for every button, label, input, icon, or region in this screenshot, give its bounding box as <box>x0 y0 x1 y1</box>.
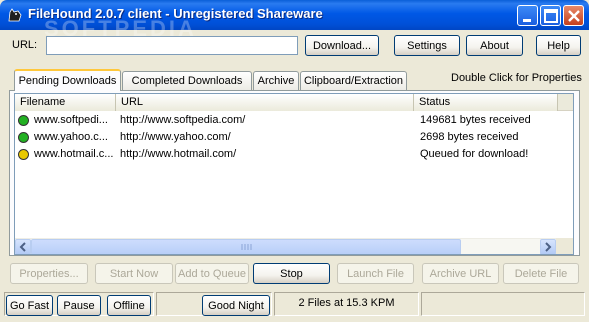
row-url: http://www.hotmail.com/ <box>120 148 237 160</box>
download-active-icon <box>18 132 29 143</box>
close-icon <box>568 10 580 22</box>
column-url[interactable]: URL <box>116 94 414 111</box>
scroll-thumb[interactable] <box>31 239 461 254</box>
go-fast-button[interactable]: Go Fast <box>6 295 53 316</box>
transfer-status-text: 2 Files at 15.3 KPM <box>298 297 395 309</box>
grip-icon <box>241 244 252 250</box>
table-row[interactable]: www.hotmail.c... http://www.hotmail.com/… <box>15 146 558 163</box>
scroll-left-button[interactable] <box>15 239 31 254</box>
row-status: 2698 bytes received <box>420 131 519 143</box>
good-night-button[interactable]: Good Night <box>202 295 270 316</box>
download-queued-icon <box>18 149 29 160</box>
list-header: Filename URL Status <box>15 94 573 111</box>
minimize-button[interactable] <box>517 5 538 26</box>
status-panel-blank <box>421 292 585 316</box>
tab-archive[interactable]: Archive <box>253 71 299 90</box>
delete-file-button[interactable]: Delete File <box>503 263 579 284</box>
status-panel: 2 Files at 15.3 KPM <box>274 292 419 316</box>
url-input[interactable] <box>46 36 298 55</box>
about-button[interactable]: About <box>466 35 523 56</box>
table-row[interactable]: www.yahoo.c... http://www.yahoo.com/ 269… <box>15 129 558 146</box>
add-to-queue-button[interactable]: Add to Queue <box>175 263 249 284</box>
title-bar[interactable]: FileHound 2.0.7 client - Unregistered Sh… <box>0 0 589 41</box>
url-label: URL: <box>12 39 38 51</box>
close-button[interactable] <box>563 5 584 26</box>
row-url: http://www.softpedia.com/ <box>120 114 246 126</box>
maximize-button[interactable] <box>540 5 561 26</box>
settings-button[interactable]: Settings <box>394 35 460 56</box>
scroll-right-button[interactable] <box>540 239 556 254</box>
offline-button[interactable]: Offline <box>107 295 151 316</box>
filehound-app-icon <box>8 8 22 22</box>
horizontal-scrollbar[interactable] <box>15 238 556 254</box>
downloads-list[interactable]: Filename URL Status www.softpedi... http… <box>14 93 574 255</box>
tab-completed-downloads[interactable]: Completed Downloads <box>122 71 252 90</box>
arrow-right-icon <box>545 242 552 252</box>
row-status: Queued for download! <box>420 148 529 160</box>
row-filename: www.hotmail.c... <box>34 148 114 160</box>
properties-button[interactable]: Properties... <box>10 263 88 284</box>
download-active-icon <box>18 115 29 126</box>
archive-url-button[interactable]: Archive URL <box>422 263 499 284</box>
arrow-left-icon <box>19 242 26 252</box>
properties-hint: Double Click for Properties <box>451 72 582 84</box>
pause-button[interactable]: Pause <box>57 295 101 316</box>
start-now-button[interactable]: Start Now <box>95 263 173 284</box>
download-button[interactable]: Download... <box>305 35 379 56</box>
minimize-icon <box>523 19 531 22</box>
row-filename: www.softpedi... <box>34 114 108 126</box>
column-status[interactable]: Status <box>414 94 558 111</box>
column-filename[interactable]: Filename <box>15 94 116 111</box>
row-url: http://www.yahoo.com/ <box>120 131 231 143</box>
scrollbar-corner <box>556 238 573 254</box>
launch-file-button[interactable]: Launch File <box>337 263 414 284</box>
tab-pending-downloads[interactable]: Pending Downloads <box>14 69 121 91</box>
row-filename: www.yahoo.c... <box>34 131 108 143</box>
row-status: 149681 bytes received <box>420 114 531 126</box>
table-row[interactable]: www.softpedi... http://www.softpedia.com… <box>15 112 558 129</box>
stop-button[interactable]: Stop <box>253 263 330 284</box>
help-button[interactable]: Help <box>536 35 581 56</box>
tab-clipboard-extraction[interactable]: Clipboard/Extraction <box>300 71 407 90</box>
maximize-icon <box>544 9 558 23</box>
